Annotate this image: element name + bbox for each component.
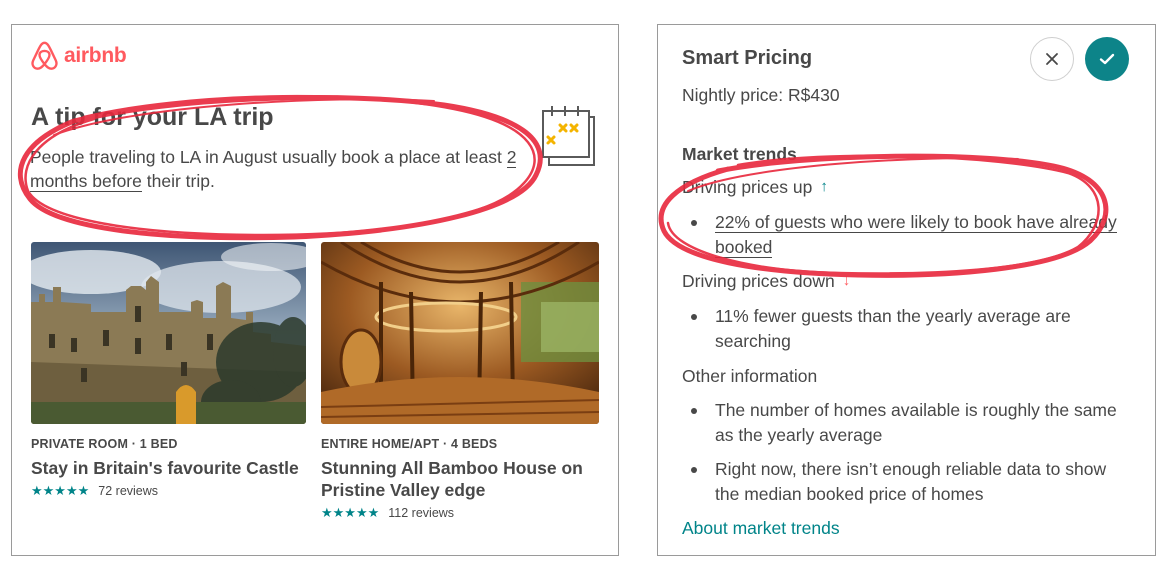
castle-photo	[31, 242, 306, 424]
list-item: 22% of guests who were likely to book ha…	[682, 210, 1122, 259]
confirm-button[interactable]	[1085, 37, 1129, 81]
check-icon	[1099, 53, 1115, 65]
listing-title[interactable]: Stay in Britain's favourite Castle	[31, 457, 306, 479]
arrow-down-icon: ↓	[842, 272, 851, 289]
driving-prices-down-label: Driving prices down ↓	[682, 269, 1122, 293]
driving-prices-down-text: Driving prices down	[682, 271, 835, 291]
list-item: Right now, there isn’t enough reliable d…	[682, 457, 1122, 506]
close-icon	[1046, 53, 1058, 65]
smart-pricing-panel: Smart Pricing Nightly price: R$430 Marke…	[657, 24, 1156, 556]
nightly-price: Nightly price: R$430	[682, 85, 840, 105]
listing-card-castle[interactable]: PRIVATE ROOM · 1 BED Stay in Britain's f…	[31, 242, 306, 499]
list-item: The number of homes available is roughly…	[682, 398, 1122, 447]
tip-title: A tip for your LA trip	[31, 103, 274, 131]
listing-title[interactable]: Stunning All Bamboo House on Pristine Va…	[321, 457, 599, 501]
listing-photo-bamboo-house[interactable]	[321, 242, 599, 424]
airbnb-logo-icon	[31, 41, 58, 70]
listing-photo-castle[interactable]	[31, 242, 306, 424]
star-rating-icon: ★★★★★	[31, 483, 90, 498]
review-count: 72 reviews	[98, 484, 159, 498]
listing-type: PRIVATE ROOM · 1 BED	[31, 437, 178, 451]
list-item: 11% fewer guests than the yearly average…	[682, 304, 1122, 353]
listing-type: ENTIRE HOME/APT · 4 BEDS	[321, 437, 498, 451]
bullet-text-highlight: 22% of guests who were likely to book ha…	[715, 212, 1117, 258]
airbnb-logo-text: airbnb	[64, 43, 127, 67]
other-information-label: Other information	[682, 366, 818, 386]
calendar-icon	[542, 106, 595, 166]
smart-pricing-title: Smart Pricing	[682, 47, 813, 69]
listing-rating: ★★★★★ 72 reviews	[31, 483, 306, 499]
market-trends-title: Market trends	[682, 144, 797, 164]
close-button[interactable]	[1030, 37, 1074, 81]
bamboo-house-photo	[321, 242, 599, 424]
listing-rating: ★★★★★ 112 reviews	[321, 505, 599, 521]
tip-text: People traveling to LA in August usually…	[30, 145, 530, 193]
airbnb-logo[interactable]: airbnb	[30, 40, 127, 71]
about-market-trends-link[interactable]: About market trends	[682, 518, 840, 539]
driving-prices-up-text: Driving prices up	[682, 177, 813, 197]
trip-tip-card: airbnb A tip for your LA trip People tra…	[11, 24, 619, 556]
arrow-up-icon: ↑	[820, 178, 828, 195]
tip-text-start: People traveling to LA in August usually…	[30, 147, 507, 167]
driving-prices-up-label: Driving prices up ↑	[682, 175, 1122, 199]
review-count: 112 reviews	[388, 506, 455, 520]
star-rating-icon: ★★★★★	[321, 505, 380, 520]
listing-card-bamboo-house[interactable]: ENTIRE HOME/APT · 4 BEDS Stunning All Ba…	[321, 242, 599, 521]
tip-text-end: their trip.	[141, 171, 215, 191]
market-trends-section: Market trends Driving prices up ↑ 22% of…	[682, 141, 1122, 539]
